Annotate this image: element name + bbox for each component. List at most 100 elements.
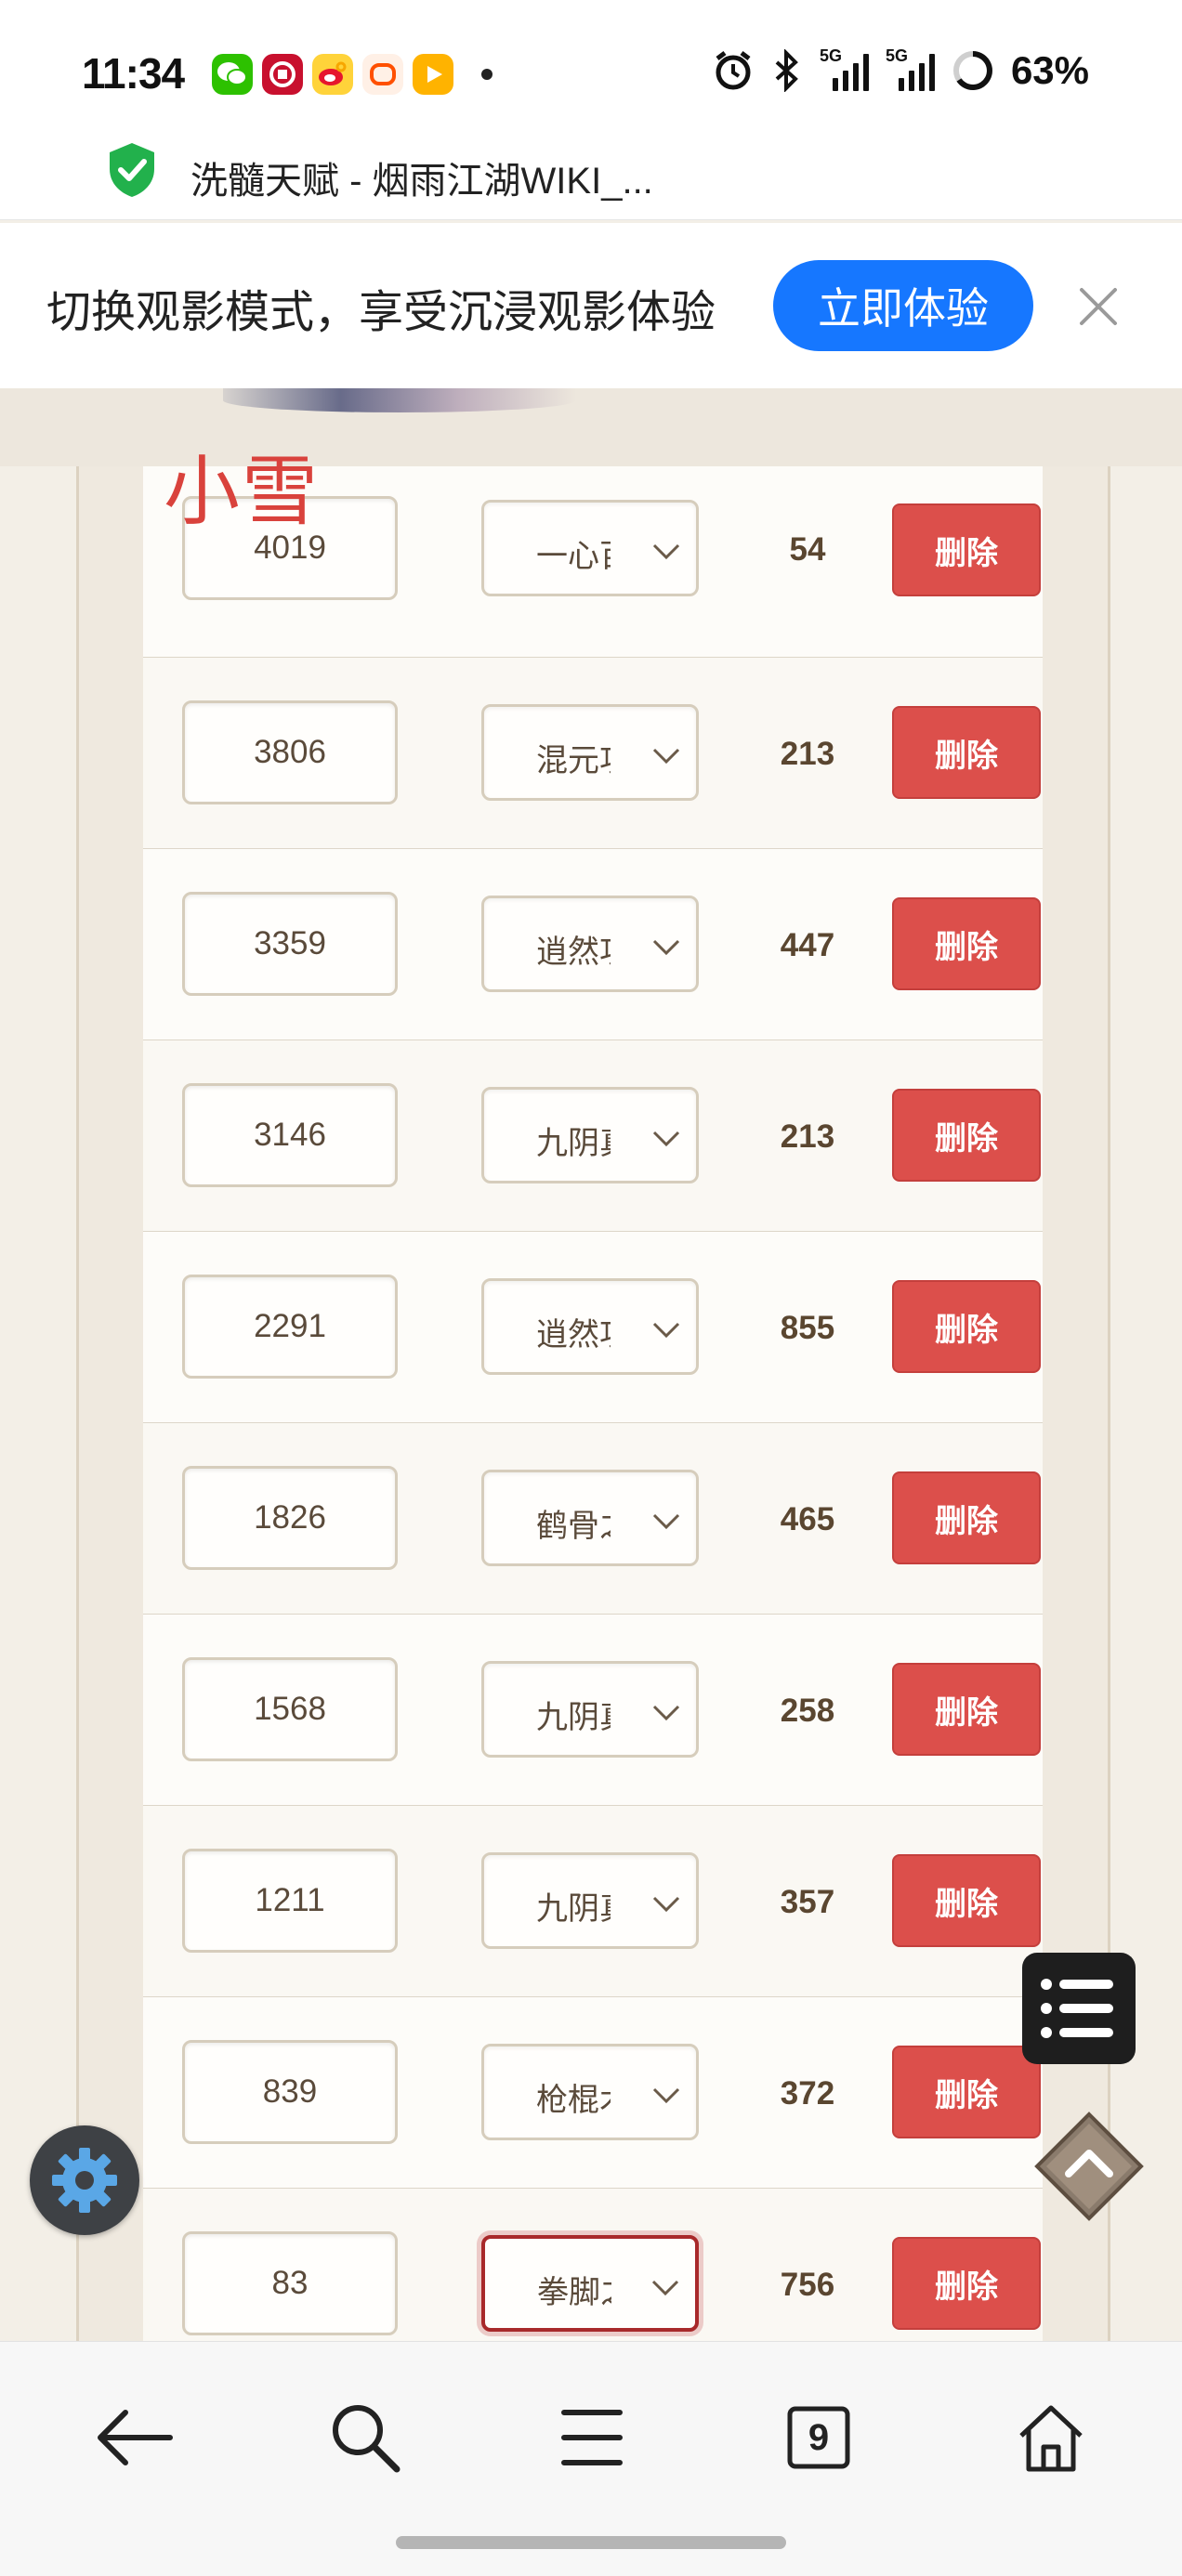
value-cell: 855 [780,1310,835,1346]
table-row: 拳脚之 756 删除 [143,2189,1043,2343]
id-input[interactable] [182,2040,398,2144]
chevron-down-icon [652,2087,680,2104]
table-row: 逍然功 447 删除 [143,849,1043,1041]
select-value: 九阴真 [536,1891,611,1927]
search-button[interactable] [323,2396,407,2479]
delete-button[interactable]: 删除 [892,2046,1041,2138]
weibo-icon [312,54,353,95]
banner-text: 切换观影模式，享受沉浸观影体验 [46,288,716,337]
skill-select[interactable]: 鹤骨之 [481,1470,699,1566]
select-value: 逍然功 [536,935,611,970]
select-value: 九阴真 [536,1126,611,1161]
chevron-down-icon [652,1705,680,1721]
table-row: 九阴真 213 删除 [143,1040,1043,1233]
skill-select[interactable]: 枪棍术 [481,2044,699,2140]
battery-icon [952,51,992,90]
address-bar[interactable]: 洗髓天赋 - 烟雨江湖WIKI_... [0,130,1182,220]
notification-icons [212,54,492,95]
video-app-icon [413,54,453,95]
back-button[interactable] [93,2396,177,2479]
signal-icon-2: 5G [886,46,935,91]
talent-table: 一心百 54 删除 混元功 213 删除 逍然功 447 删除 九阴真 213 … [143,466,1043,2343]
bank-icon [262,54,303,95]
id-input[interactable] [182,700,398,804]
value-cell: 54 [789,531,826,568]
skill-select[interactable]: 一心百 [481,500,699,596]
status-time: 11:34 [82,49,185,98]
skill-select[interactable]: 九阴真 [481,1087,699,1183]
table-row: 九阴真 357 删除 [143,1806,1043,1998]
system-status: 5G 5G 63% [712,46,1089,93]
table-row: 逍然功 855 删除 [143,1232,1043,1424]
skill-select[interactable]: 逍然功 [481,1278,699,1375]
settings-button[interactable] [30,2125,139,2235]
delete-button[interactable]: 删除 [892,1280,1041,1373]
id-input[interactable] [182,1657,398,1761]
home-icon [1019,2405,1083,2472]
menu-button[interactable] [550,2396,634,2479]
ink-decoration [223,388,576,412]
skill-select[interactable]: 混元功 [481,704,699,801]
select-value: 拳脚之 [537,2275,611,2310]
delete-button[interactable]: 删除 [892,503,1041,596]
chevron-down-icon [652,1513,680,1530]
back-to-top-button[interactable] [1031,2109,1147,2224]
taobao-icon [362,54,403,95]
chevron-down-icon [652,1896,680,1913]
tabs-button[interactable]: 9 [777,2396,860,2479]
back-arrow-icon [98,2410,173,2465]
close-icon[interactable] [1074,282,1123,331]
battery-percentage: 63% [1010,48,1089,92]
select-value: 枪棍术 [536,2083,611,2118]
id-input[interactable] [182,1083,398,1187]
skill-select[interactable]: 九阴真 [481,1852,699,1949]
value-cell: 465 [780,1501,835,1537]
select-value: 一心百 [536,539,611,574]
page-title[interactable]: 洗髓天赋 - 烟雨江湖WIKI_... [190,150,653,204]
value-cell: 213 [780,1118,835,1155]
chevron-down-icon [652,1131,680,1147]
delete-button[interactable]: 删除 [892,2237,1041,2330]
table-of-contents-button[interactable] [1022,1953,1136,2064]
id-input[interactable] [182,2231,398,2335]
network-label-2: 5G [885,46,908,65]
delete-button[interactable]: 删除 [892,1471,1041,1564]
delete-button[interactable]: 删除 [892,1854,1041,1947]
secure-shield-icon [110,143,154,197]
skill-select[interactable]: 九阴真 [481,1661,699,1758]
chevron-down-icon [652,748,680,765]
status-bar: 11:34 5G 5G 63% [0,0,1182,149]
id-input[interactable] [182,1275,398,1379]
scroll-border-left [76,466,146,2343]
id-input[interactable] [182,1849,398,1953]
skill-select-focused[interactable]: 拳脚之 [481,2235,699,2332]
bluetooth-icon [775,49,798,92]
table-row: 混元功 213 删除 [143,658,1043,850]
skill-select[interactable]: 逍然功 [481,896,699,992]
chevron-down-icon [652,939,680,956]
select-value: 鹤骨之 [536,1509,611,1544]
tabs-count: 9 [808,2416,830,2458]
list-icon [1041,1979,1113,2038]
select-value: 九阴真 [536,1700,611,1735]
value-cell: 372 [780,2075,835,2112]
more-notifications-dot [481,69,492,80]
wechat-icon [212,54,253,95]
home-button[interactable] [1009,2396,1093,2479]
table-row: 鹤骨之 465 删除 [143,1423,1043,1615]
delete-button[interactable]: 删除 [892,706,1041,799]
character-label: 小雪 [164,450,321,534]
delete-button[interactable]: 删除 [892,897,1041,990]
chevron-down-icon [651,2280,679,2296]
home-indicator[interactable] [396,2536,786,2549]
hamburger-menu-icon [561,2410,623,2465]
id-input[interactable] [182,892,398,996]
delete-button[interactable]: 删除 [892,1663,1041,1756]
viewing-mode-banner: 切换观影模式，享受沉浸观影体验 立即体验 [0,223,1182,388]
table-row: 九阴真 258 删除 [143,1615,1043,1807]
try-now-button[interactable]: 立即体验 [773,260,1033,351]
id-input[interactable] [182,1466,398,1570]
select-value: 逍然功 [536,1317,611,1353]
delete-button[interactable]: 删除 [892,1089,1041,1182]
chevron-down-icon [652,543,680,560]
